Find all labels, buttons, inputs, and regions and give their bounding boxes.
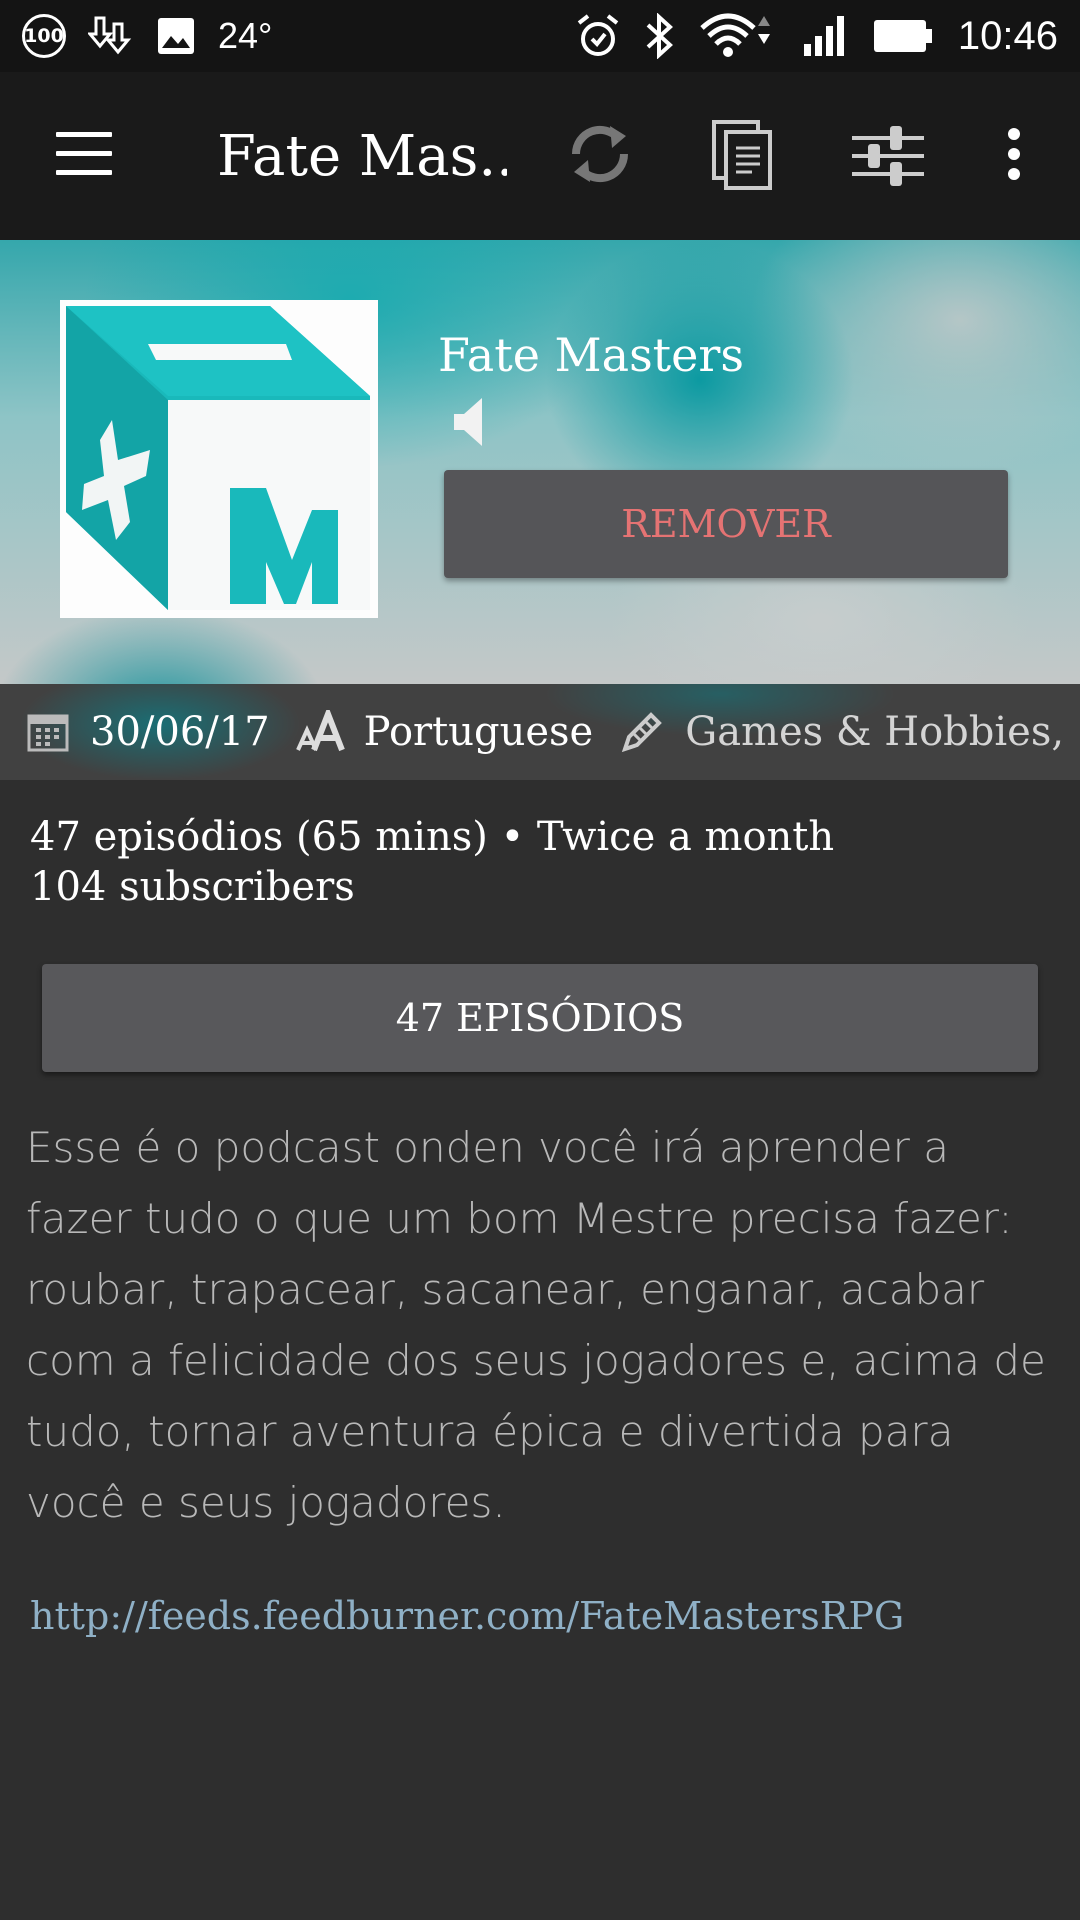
speaker-icon <box>454 398 482 446</box>
language-item: Portuguese <box>295 709 594 755</box>
more-vertical-icon[interactable] <box>990 114 1038 194</box>
menu-icon[interactable] <box>56 132 112 175</box>
categories-text: Games & Hobbies, ... <box>685 709 1080 755</box>
page-title: Fate Mas... <box>217 124 507 189</box>
font-size-icon <box>295 710 345 752</box>
alarm-icon <box>577 14 619 56</box>
app-toolbar: Fate Mas... <box>0 72 1080 240</box>
subscriber-count: 104 subscribers <box>30 864 355 910</box>
battery-icon <box>873 20 932 52</box>
signal-icon <box>803 16 844 56</box>
podcast-description: Esse é o podcast onden você irá aprender… <box>26 1123 1046 1527</box>
calendar-icon <box>27 714 69 752</box>
language-text: Portuguese <box>363 709 594 755</box>
podcast-name: Fate Masters <box>438 328 744 382</box>
podcast-stats: 47 episódios (65 mins) • Twice a month 1… <box>30 812 834 912</box>
episode-summary: 47 episódios (65 mins) • Twice a month <box>30 814 835 860</box>
temperature-text: 24° <box>218 15 273 56</box>
wifi-icon <box>700 13 770 57</box>
clock-text: 10:46 <box>957 13 1058 58</box>
download-icon <box>88 16 132 55</box>
feed-url-link[interactable]: http://feeds.feedburner.com/FateMastersR… <box>30 1594 904 1638</box>
copy-icon[interactable] <box>704 114 784 194</box>
meta-bar: 30/06/17 Portuguese Games & Hobbies, ... <box>0 684 1080 780</box>
pencil-icon <box>622 712 663 753</box>
date-text: 30/06/17 <box>90 709 270 755</box>
podcast-cover-image <box>60 300 378 618</box>
podcast-header: Fate Masters REMOVER <box>0 240 1080 684</box>
remove-button[interactable]: REMOVER <box>444 470 1008 578</box>
episodes-button[interactable]: 47 EPISÓDIOS <box>42 964 1038 1072</box>
date-item: 30/06/17 <box>26 709 270 755</box>
bluetooth-icon <box>646 13 673 59</box>
battery-percent-icon: 100 <box>22 14 66 58</box>
refresh-icon[interactable] <box>560 114 640 194</box>
categories-item: Games & Hobbies, ... <box>619 709 1080 755</box>
status-bar: 100 24° 10:46 <box>0 0 1080 72</box>
image-icon <box>158 18 194 54</box>
filter-sliders-icon[interactable] <box>848 114 928 194</box>
